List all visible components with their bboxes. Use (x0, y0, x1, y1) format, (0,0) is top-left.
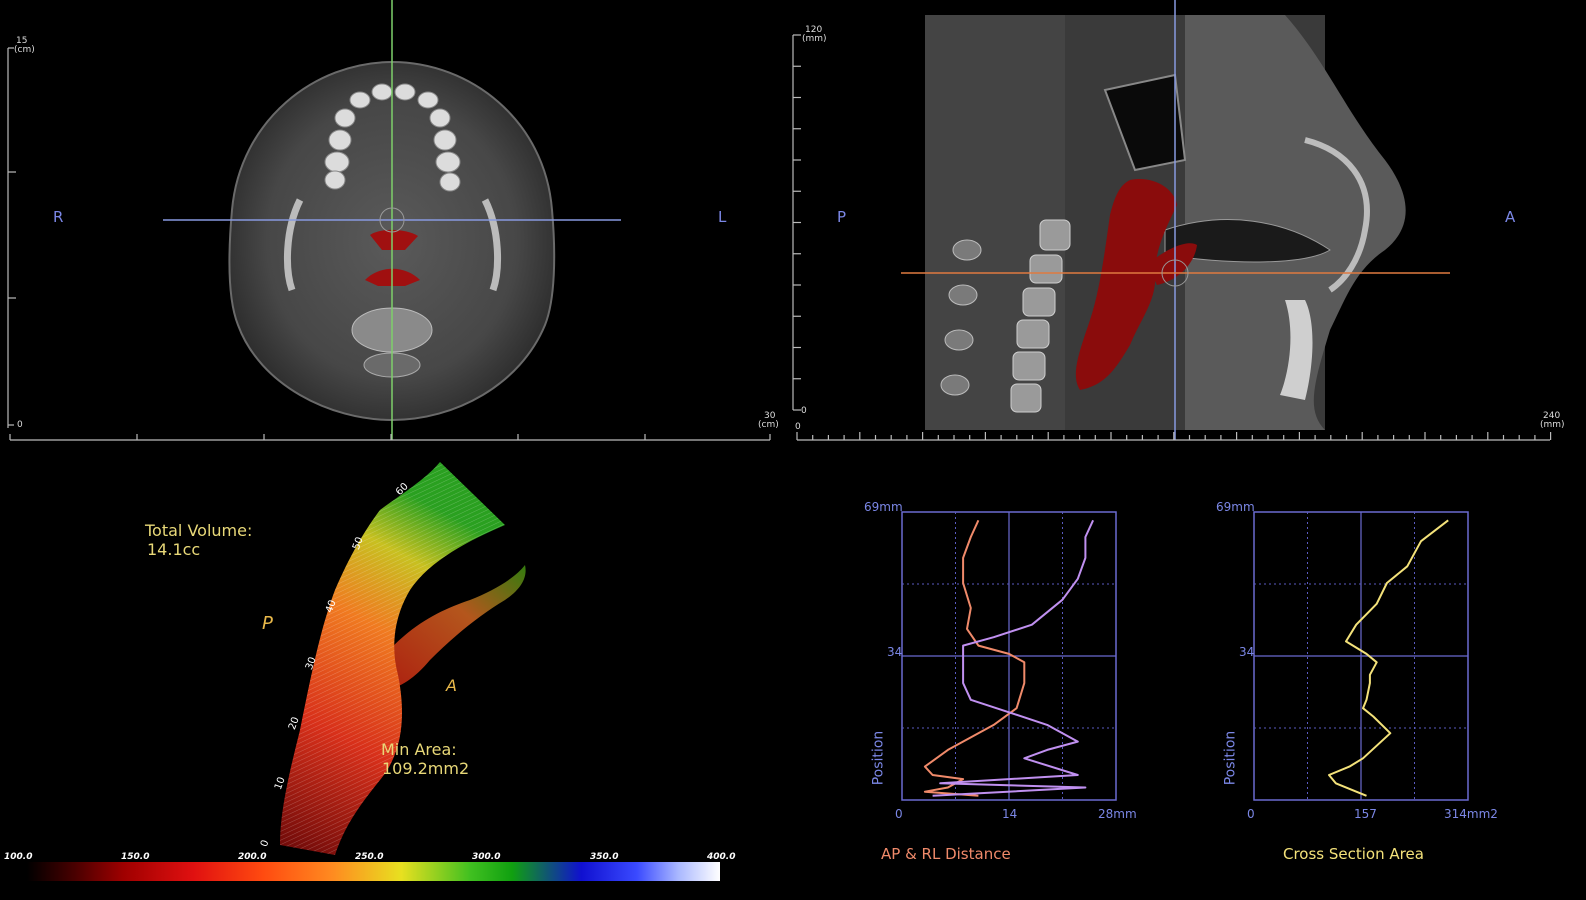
axial-view[interactable]: 15 (cm) 0 30 (cm) R L (0, 0, 785, 450)
axial-ruler-vertical (7, 47, 16, 428)
total-volume-label: Total Volume: (145, 521, 253, 540)
airway-3d-view[interactable]: Total Volume: 14.1cc Min Area: 109.2mm2 … (0, 450, 785, 900)
chart1-x-tick-0: 0 (895, 807, 903, 821)
chart2-y-label: Position (1222, 730, 1239, 786)
sagittal-orientation-right: A (1505, 208, 1516, 226)
min-area-value: 109.2mm2 (382, 759, 470, 778)
colorbar-label: 150.0 (121, 852, 150, 862)
min-area-label: Min Area: (381, 740, 457, 759)
chart2-x-tick-1: 157 (1354, 807, 1377, 821)
colorbar-label: 200.0 (238, 852, 267, 862)
axial-ruler-horizontal (9, 434, 771, 441)
axial-image[interactable] (0, 0, 785, 450)
chart1-y-tick-top: 69mm (864, 500, 903, 514)
chart2-x-tick-0: 0 (1247, 807, 1255, 821)
colorbar-label: 300.0 (472, 852, 501, 862)
chart1-y-label: Position (870, 730, 887, 786)
airway-3d-model[interactable] (0, 450, 785, 900)
sagittal-view[interactable]: 120 (mm) 0 0 240 (mm) P A (785, 0, 1586, 450)
total-volume-value: 14.1cc (147, 540, 201, 559)
colorbar-label: 350.0 (590, 852, 619, 862)
chart2-y-tick-top: 69mm (1216, 500, 1255, 514)
sagittal-image[interactable] (785, 0, 1586, 450)
cross-section-area-chart: 69mm 34 0 157 314mm2 Position Cross Sect… (1212, 495, 1512, 875)
chart1-title: AP & RL Distance (881, 845, 1011, 863)
sagittal-scale-right-unit: (mm) (1540, 420, 1565, 430)
airway-anterior-label: A (446, 676, 457, 695)
airway-posterior-label: P (262, 613, 273, 634)
axial-orientation-right: L (718, 208, 727, 226)
area-colorbar (27, 862, 720, 881)
chart1-x-tick-2: 28mm (1098, 807, 1137, 821)
axial-scale-top-unit: (cm) (14, 45, 35, 55)
chart2-x-tick-2: 314mm2 (1444, 807, 1498, 821)
sagittal-orientation-left: P (837, 208, 847, 226)
chart2-y-tick-mid: 34 (1239, 645, 1255, 659)
chart1-y-tick-mid: 34 (887, 645, 903, 659)
chart1-x-tick-1: 14 (1002, 807, 1018, 821)
axial-orientation-left: R (53, 208, 64, 226)
colorbar-label: 400.0 (707, 852, 736, 862)
series-line (1328, 519, 1449, 797)
series-line (932, 519, 1095, 797)
chart2-title: Cross Section Area (1283, 845, 1424, 863)
axial-scale-origin: 0 (17, 420, 23, 430)
sagittal-scale-top-unit: (mm) (802, 34, 827, 44)
sagittal-scale-origin-x: 0 (795, 422, 801, 432)
axial-scale-right-unit: (cm) (758, 420, 779, 430)
ap-rl-distance-chart: 69mm 34 0 14 28mm Position AP & RL Dista… (860, 495, 1150, 875)
colorbar-label: 100.0 (4, 852, 33, 862)
colorbar-label: 250.0 (355, 852, 384, 862)
sagittal-scale-origin-y: 0 (801, 406, 807, 416)
